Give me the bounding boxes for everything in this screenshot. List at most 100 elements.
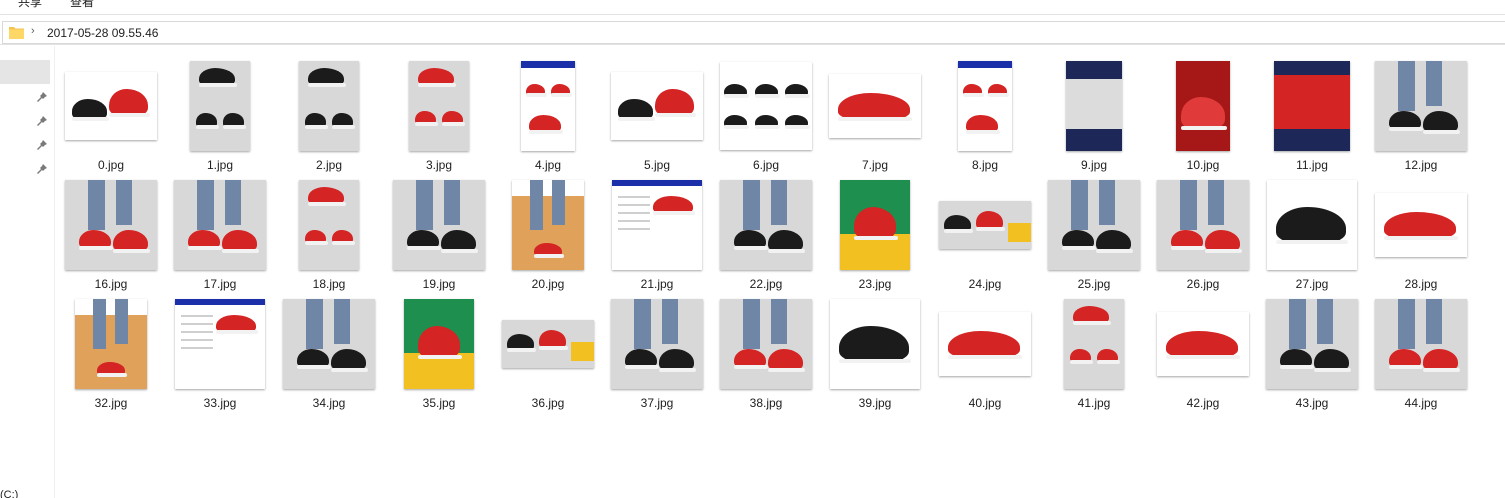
file-name[interactable]: 16.jpg <box>56 277 166 291</box>
file-name[interactable]: 5.jpg <box>602 158 712 172</box>
image-thumbnail[interactable] <box>1176 61 1230 151</box>
file-name[interactable]: 3.jpg <box>384 158 494 172</box>
file-name[interactable]: 37.jpg <box>602 396 712 410</box>
image-thumbnail[interactable] <box>404 299 474 389</box>
file-name[interactable]: 9.jpg <box>1039 158 1149 172</box>
file-item[interactable]: 2.jpg <box>274 56 384 174</box>
image-thumbnail[interactable] <box>720 299 812 389</box>
file-item[interactable]: 40.jpg <box>930 294 1040 412</box>
file-name[interactable]: 41.jpg <box>1039 396 1149 410</box>
file-item[interactable]: 12.jpg <box>1366 56 1476 174</box>
file-name[interactable]: 1.jpg <box>165 158 275 172</box>
file-item[interactable]: 33.jpg <box>165 294 275 412</box>
file-item[interactable]: 10.jpg <box>1148 56 1258 174</box>
file-name[interactable]: 36.jpg <box>493 396 603 410</box>
file-name[interactable]: 39.jpg <box>820 396 930 410</box>
file-name[interactable]: 0.jpg <box>56 158 166 172</box>
file-item[interactable]: 32.jpg <box>56 294 166 412</box>
image-thumbnail[interactable] <box>1267 180 1357 270</box>
image-thumbnail[interactable] <box>1064 299 1124 389</box>
image-thumbnail[interactable] <box>1375 299 1467 389</box>
image-thumbnail[interactable] <box>830 299 920 389</box>
image-thumbnail[interactable] <box>1048 180 1140 270</box>
file-name[interactable]: 40.jpg <box>930 396 1040 410</box>
file-name[interactable]: 28.jpg <box>1366 277 1476 291</box>
image-thumbnail[interactable] <box>611 299 703 389</box>
file-name[interactable]: 19.jpg <box>384 277 494 291</box>
file-name[interactable]: 35.jpg <box>384 396 494 410</box>
file-name[interactable]: 34.jpg <box>274 396 384 410</box>
file-item[interactable]: 25.jpg <box>1039 175 1149 293</box>
image-thumbnail[interactable] <box>75 299 147 389</box>
file-name[interactable]: 20.jpg <box>493 277 603 291</box>
file-item[interactable]: 44.jpg <box>1366 294 1476 412</box>
nav-item-selected[interactable] <box>0 60 50 84</box>
file-name[interactable]: 11.jpg <box>1257 158 1367 172</box>
file-name[interactable]: 2.jpg <box>274 158 384 172</box>
image-thumbnail[interactable] <box>939 312 1031 376</box>
ribbon-tab-share[interactable]: 共享 <box>18 0 42 10</box>
image-thumbnail[interactable] <box>720 62 812 150</box>
file-item[interactable]: 17.jpg <box>165 175 275 293</box>
image-thumbnail[interactable] <box>720 180 812 270</box>
pin-icon[interactable] <box>37 164 47 174</box>
breadcrumb-folder[interactable]: 2017-05-28 09.55.46 <box>47 26 158 40</box>
ribbon-tab-view[interactable]: 查看 <box>70 0 94 10</box>
file-item[interactable]: 28.jpg <box>1366 175 1476 293</box>
drive-label[interactable]: (C:) <box>0 489 18 498</box>
file-item[interactable]: 21.jpg <box>602 175 712 293</box>
address-field[interactable]: › 2017-05-28 09.55.46 <box>2 21 1505 44</box>
file-item[interactable]: 26.jpg <box>1148 175 1258 293</box>
image-thumbnail[interactable] <box>65 72 157 140</box>
image-thumbnail[interactable] <box>190 61 250 151</box>
image-thumbnail[interactable] <box>1066 61 1122 151</box>
image-thumbnail[interactable] <box>840 180 910 270</box>
file-item[interactable]: 0.jpg <box>56 56 166 174</box>
file-name[interactable]: 22.jpg <box>711 277 821 291</box>
file-item[interactable]: 42.jpg <box>1148 294 1258 412</box>
file-name[interactable]: 17.jpg <box>165 277 275 291</box>
image-thumbnail[interactable] <box>1375 193 1467 257</box>
file-name[interactable]: 44.jpg <box>1366 396 1476 410</box>
file-item[interactable]: 39.jpg <box>820 294 930 412</box>
file-name[interactable]: 38.jpg <box>711 396 821 410</box>
file-item[interactable]: 18.jpg <box>274 175 384 293</box>
file-item[interactable]: 41.jpg <box>1039 294 1149 412</box>
image-thumbnail[interactable] <box>175 299 265 389</box>
file-item[interactable]: 4.jpg <box>493 56 603 174</box>
file-item[interactable]: 36.jpg <box>493 294 603 412</box>
file-name[interactable]: 25.jpg <box>1039 277 1149 291</box>
file-item[interactable]: 24.jpg <box>930 175 1040 293</box>
file-item[interactable]: 34.jpg <box>274 294 384 412</box>
file-item[interactable]: 7.jpg <box>820 56 930 174</box>
image-thumbnail[interactable] <box>939 201 1031 249</box>
file-item[interactable]: 43.jpg <box>1257 294 1367 412</box>
file-item[interactable]: 3.jpg <box>384 56 494 174</box>
image-thumbnail[interactable] <box>611 72 703 140</box>
file-item[interactable]: 38.jpg <box>711 294 821 412</box>
chevron-right-icon[interactable]: › <box>31 25 35 37</box>
file-item[interactable]: 9.jpg <box>1039 56 1149 174</box>
image-thumbnail[interactable] <box>65 180 157 270</box>
file-name[interactable]: 42.jpg <box>1148 396 1258 410</box>
file-name[interactable]: 21.jpg <box>602 277 712 291</box>
image-thumbnail[interactable] <box>502 320 594 368</box>
file-name[interactable]: 10.jpg <box>1148 158 1258 172</box>
pin-icon[interactable] <box>37 116 47 126</box>
image-thumbnail[interactable] <box>1157 312 1249 376</box>
image-thumbnail[interactable] <box>1375 61 1467 151</box>
image-thumbnail[interactable] <box>174 180 266 270</box>
file-item[interactable]: 27.jpg <box>1257 175 1367 293</box>
file-item[interactable]: 22.jpg <box>711 175 821 293</box>
image-thumbnail[interactable] <box>1274 61 1350 151</box>
image-thumbnail[interactable] <box>612 180 702 270</box>
file-name[interactable]: 18.jpg <box>274 277 384 291</box>
file-name[interactable]: 6.jpg <box>711 158 821 172</box>
file-item[interactable]: 8.jpg <box>930 56 1040 174</box>
file-item[interactable]: 6.jpg <box>711 56 821 174</box>
image-thumbnail[interactable] <box>521 61 575 151</box>
file-item[interactable]: 20.jpg <box>493 175 603 293</box>
file-name[interactable]: 4.jpg <box>493 158 603 172</box>
file-name[interactable]: 8.jpg <box>930 158 1040 172</box>
image-thumbnail[interactable] <box>829 74 921 138</box>
